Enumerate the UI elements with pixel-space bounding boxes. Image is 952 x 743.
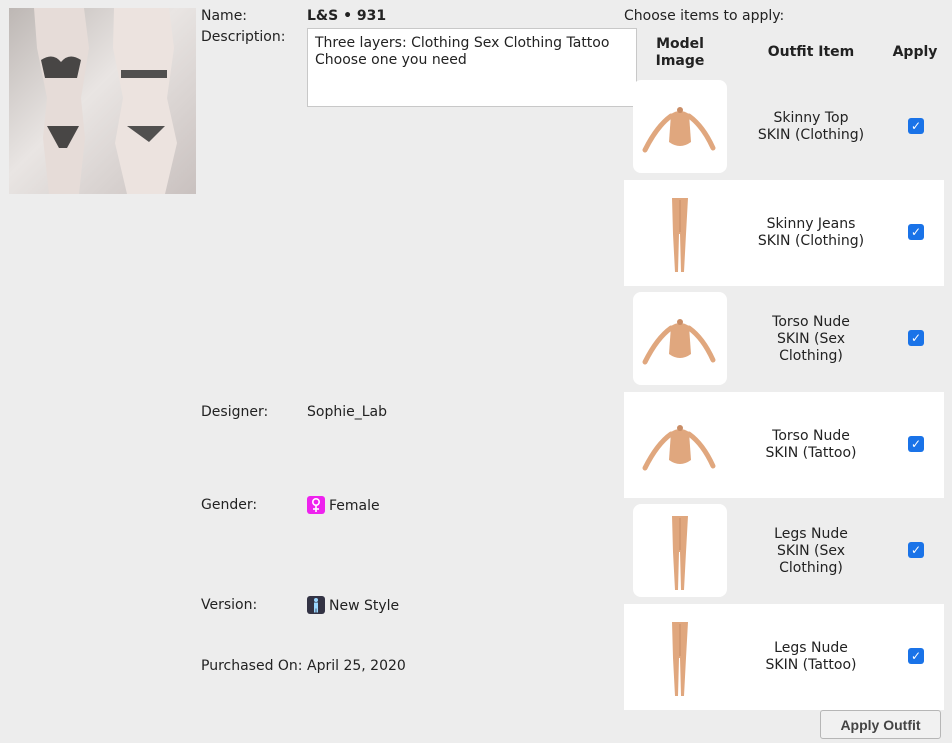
- outfit-item-label: Torso Nude SKIN (Sex Clothing): [742, 314, 880, 365]
- purchased-label: Purchased On:: [201, 658, 303, 674]
- model-image: [633, 80, 727, 173]
- apply-checkbox[interactable]: ✓: [908, 330, 924, 346]
- model-image: [633, 504, 727, 597]
- outfit-item-layer: SKIN (Sex Clothing): [776, 543, 846, 576]
- outfit-item-layer: SKIN (Clothing): [757, 127, 865, 143]
- outfit-item-name: Torso Nude: [772, 428, 850, 444]
- table-row: Torso Nude SKIN (Sex Clothing) ✓: [624, 286, 944, 392]
- gender-label: Gender:: [201, 497, 258, 513]
- outfit-item-name: Skinny Top: [773, 110, 849, 126]
- outfit-item-label: Skinny Top SKIN (Clothing): [742, 110, 880, 144]
- outfit-name: L&S • 931: [307, 8, 387, 24]
- apply-checkbox[interactable]: ✓: [908, 436, 924, 452]
- items-panel-title: Choose items to apply:: [624, 8, 785, 24]
- outfit-item-layer: SKIN (Tattoo): [765, 445, 857, 461]
- description-label: Description:: [201, 29, 286, 45]
- table-row: Legs Nude SKIN (Tattoo) ✓: [624, 604, 944, 710]
- outfit-item-layer: SKIN (Tattoo): [765, 657, 857, 673]
- outfit-item-label: Skinny Jeans SKIN (Clothing): [742, 216, 880, 250]
- col-model-image: Model Image: [655, 36, 705, 69]
- version-value: New Style: [329, 598, 400, 614]
- model-image: [633, 186, 727, 279]
- apply-checkbox[interactable]: ✓: [908, 542, 924, 558]
- description-text: Three layers: Clothing Sex Clothing Tatt…: [315, 35, 610, 68]
- gender-value: Female: [329, 498, 380, 514]
- outfit-item-layer: SKIN (Clothing): [757, 233, 865, 249]
- version-label: Version:: [201, 597, 258, 613]
- designer-label: Designer:: [201, 404, 269, 420]
- model-image: [633, 610, 727, 703]
- model-image: [633, 398, 727, 491]
- avatar-icon: [307, 596, 325, 614]
- table-row: Torso Nude SKIN (Tattoo) ✓: [624, 392, 944, 498]
- apply-checkbox[interactable]: ✓: [908, 648, 924, 664]
- model-image: [633, 292, 727, 385]
- outfit-item-layer: SKIN (Sex Clothing): [776, 331, 846, 364]
- name-label: Name:: [201, 8, 248, 24]
- designer-value: Sophie_Lab: [307, 404, 387, 420]
- apply-outfit-button[interactable]: Apply Outfit: [820, 710, 941, 739]
- outfit-item-name: Torso Nude: [772, 314, 850, 330]
- apply-checkbox[interactable]: ✓: [908, 224, 924, 240]
- outfit-item-label: Torso Nude SKIN (Tattoo): [742, 428, 880, 462]
- outfit-thumbnail: [9, 8, 196, 194]
- outfit-item-label: Legs Nude SKIN (Tattoo): [742, 640, 880, 674]
- description-box: Three layers: Clothing Sex Clothing Tatt…: [307, 28, 637, 107]
- purchased-value: April 25, 2020: [307, 658, 406, 674]
- col-outfit-item: Outfit Item: [767, 44, 855, 60]
- table-row: Skinny Top SKIN (Clothing) ✓: [624, 74, 944, 180]
- gender-value-row: Female: [307, 496, 380, 514]
- table-row: Skinny Jeans SKIN (Clothing) ✓: [624, 180, 944, 286]
- table-row: Legs Nude SKIN (Sex Clothing) ✓: [624, 498, 944, 604]
- outfit-item-name: Skinny Jeans: [766, 216, 856, 232]
- apply-checkbox[interactable]: ✓: [908, 118, 924, 134]
- col-apply: Apply: [892, 44, 938, 60]
- outfit-item-name: Legs Nude: [774, 526, 848, 542]
- outfit-item-label: Legs Nude SKIN (Sex Clothing): [742, 526, 880, 577]
- female-icon: [307, 496, 325, 514]
- outfit-item-name: Legs Nude: [774, 640, 848, 656]
- version-value-row: New Style: [307, 596, 399, 614]
